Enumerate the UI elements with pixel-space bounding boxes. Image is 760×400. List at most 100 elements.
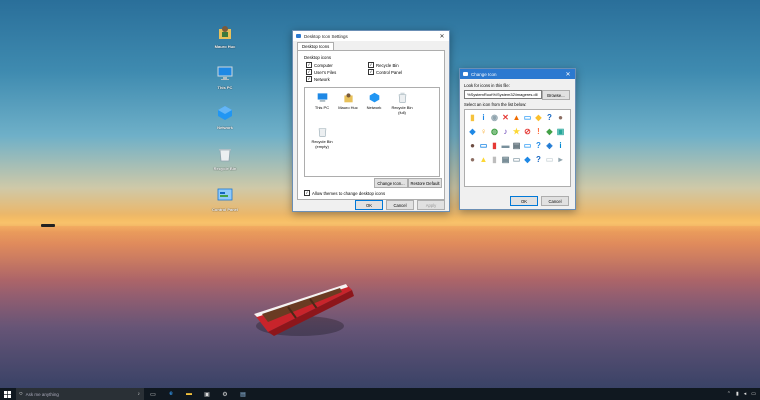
users-icon[interactable]: ●: [468, 141, 477, 150]
help-icon[interactable]: ?: [534, 141, 543, 150]
preview-item-user[interactable]: Mauro Huc: [337, 92, 359, 111]
warning-icon[interactable]: !: [534, 127, 543, 136]
users-icon[interactable]: ●: [468, 155, 477, 164]
stop-icon[interactable]: ⊘: [523, 127, 532, 136]
ok-button[interactable]: OK: [355, 200, 383, 210]
settings-gear-icon[interactable]: ⚙: [216, 388, 234, 400]
globe-icon[interactable]: ◍: [490, 127, 499, 136]
checkbox-box: ✓: [306, 62, 312, 68]
icon-preview-list[interactable]: This PC Mauro Huc Network Recycle Bin (f…: [304, 87, 440, 177]
help-icon[interactable]: ?: [545, 113, 554, 122]
desktop-icon-recycle-bin[interactable]: Recycle Bin: [205, 146, 245, 171]
arrow-icon[interactable]: ▸: [556, 155, 565, 164]
monitor-icon[interactable]: ▭: [523, 141, 532, 150]
desktop-icon-network[interactable]: Network: [205, 105, 245, 130]
settings-tabrow: Desktop Icons: [293, 41, 449, 50]
preview-label: Recycle Bin (empty): [311, 139, 333, 149]
action-center-icon[interactable]: ▭: [751, 391, 756, 397]
browse-button[interactable]: Browse...: [542, 90, 570, 100]
close-icon[interactable]: ✕: [561, 71, 575, 78]
checkbox-box: ✓: [306, 76, 312, 82]
settings-titlebar: Desktop Icon Settings ✕: [293, 31, 449, 41]
folder-icon[interactable]: ▮: [490, 141, 499, 150]
checkbox-control-panel[interactable]: ✓ Control Panel: [368, 69, 402, 75]
desktop-icon-user-files[interactable]: Mauro Huc: [205, 24, 245, 49]
shield-icon[interactable]: ◆: [523, 155, 532, 164]
network-icon[interactable]: ◈: [545, 141, 554, 150]
close-icon[interactable]: ✕: [435, 33, 449, 40]
desktop-icon-this-pc[interactable]: This PC: [205, 65, 245, 90]
desktop-icon-control-panel[interactable]: Control Panel: [205, 187, 245, 212]
cancel-button[interactable]: Cancel: [541, 196, 569, 206]
key-icon[interactable]: ♀: [479, 127, 488, 136]
window-icon[interactable]: ▤: [501, 155, 510, 164]
explorer-window-icon[interactable]: ▤: [234, 388, 252, 400]
checkbox-computer[interactable]: ✓ Computer: [306, 62, 333, 68]
checkbox-allow-themes[interactable]: ✓ Allow themes to change desktop icons: [304, 190, 385, 196]
recycle-bin-icon: [219, 149, 231, 162]
star-icon[interactable]: ★: [512, 127, 521, 136]
restore-default-button[interactable]: Restore Default: [408, 178, 442, 188]
chevron-up-icon[interactable]: ⌃: [727, 391, 731, 397]
checkbox-recycle-bin[interactable]: ✓ Recycle Bin: [368, 62, 399, 68]
computer-icon: [317, 93, 327, 102]
printer-icon[interactable]: ▤: [512, 141, 521, 150]
help-icon[interactable]: ?: [534, 155, 543, 164]
boat-image: [254, 284, 354, 336]
disc-icon[interactable]: ◉: [490, 113, 499, 122]
preview-item-this-pc[interactable]: This PC: [311, 92, 333, 111]
taskbar-search-box[interactable]: ○ Ask me anything ♪: [16, 388, 144, 400]
volume-icon[interactable]: ◂: [744, 391, 747, 397]
task-view-icon[interactable]: ▭: [144, 388, 162, 400]
checkbox-users-files[interactable]: ✓ User's Files: [306, 69, 336, 75]
desktop-icon[interactable]: ▭: [523, 113, 532, 122]
shield-icon[interactable]: ◆: [468, 127, 477, 136]
tab-desktop-icons[interactable]: Desktop Icons: [297, 42, 335, 50]
file-explorer-icon[interactable]: ▬: [180, 388, 198, 400]
preview-item-recycle-full[interactable]: Recycle Bin (full): [391, 92, 413, 115]
taskbar: ○ Ask me anything ♪ ▭ e ▬ ▣ ⚙ ▤ ⌃ ▮ ◂ ▭: [0, 388, 760, 400]
sea: [0, 226, 760, 400]
user-folder-icon: [343, 93, 353, 103]
info-icon[interactable]: i: [479, 113, 488, 122]
store-icon[interactable]: ▣: [198, 388, 216, 400]
checkbox-label: Recycle Bin: [376, 62, 399, 68]
checkbox-box: ✓: [306, 69, 312, 75]
checkbox-label: User's Files: [314, 69, 337, 75]
desktop-icon-label: Network: [217, 125, 233, 130]
window-app-icon: [463, 72, 468, 76]
window-icon[interactable]: ▭: [545, 155, 554, 164]
user-icon[interactable]: ●: [556, 113, 565, 122]
edge-icon[interactable]: e: [162, 388, 180, 400]
picture-icon[interactable]: ▣: [556, 127, 565, 136]
screen-icon[interactable]: ▭: [479, 141, 488, 150]
screen-icon[interactable]: ▭: [512, 155, 521, 164]
microphone-icon[interactable]: ♪: [138, 391, 141, 397]
start-button[interactable]: [0, 388, 14, 400]
lock-icon[interactable]: ▲: [512, 113, 521, 122]
checkbox-box: ✓: [368, 69, 374, 75]
ok-button[interactable]: OK: [510, 196, 538, 206]
look-for-label: Look for icons in this file:: [464, 83, 510, 88]
preview-item-recycle-empty[interactable]: Recycle Bin (empty): [311, 126, 333, 149]
folder-icon[interactable]: ▮: [468, 113, 477, 122]
info-icon[interactable]: i: [556, 141, 565, 150]
checkbox-network[interactable]: ✓ Network: [306, 76, 330, 82]
drive-icon[interactable]: ▬: [501, 141, 510, 150]
change-icon-button[interactable]: Change Icon...: [374, 178, 408, 188]
warning-icon[interactable]: ▲: [479, 155, 488, 164]
search-placeholder: Ask me anything: [25, 391, 59, 397]
shield-icon[interactable]: ◆: [534, 113, 543, 122]
network-tray-icon[interactable]: ▮: [736, 391, 739, 397]
icon-selection-grid[interactable]: ▮ i ◉ ✕ ▲ ▭ ◆? ● ◆ ♀ ◍ ♪ ★ ⊘! ◆ ▣ ● ▭ ▮ ▬ ▤ ▭? ◈ i ● ▲ ▮ ▤ ▭ ◆? ▭ ▸: [464, 109, 571, 187]
apply-button[interactable]: Apply: [417, 200, 445, 210]
cancel-button[interactable]: Cancel: [386, 200, 414, 210]
checkbox-label: Allow themes to change desktop icons: [312, 190, 386, 196]
music-icon[interactable]: ♪: [501, 127, 510, 136]
user-folder-icon: [219, 26, 231, 39]
preview-item-network[interactable]: Network: [363, 92, 385, 111]
shield-icon[interactable]: ◆: [545, 127, 554, 136]
x-icon[interactable]: ✕: [501, 113, 510, 122]
bar-icon[interactable]: ▮: [490, 155, 499, 164]
icon-file-path-input[interactable]: %SystemRoot%\System32\imageres.dll: [464, 90, 542, 99]
